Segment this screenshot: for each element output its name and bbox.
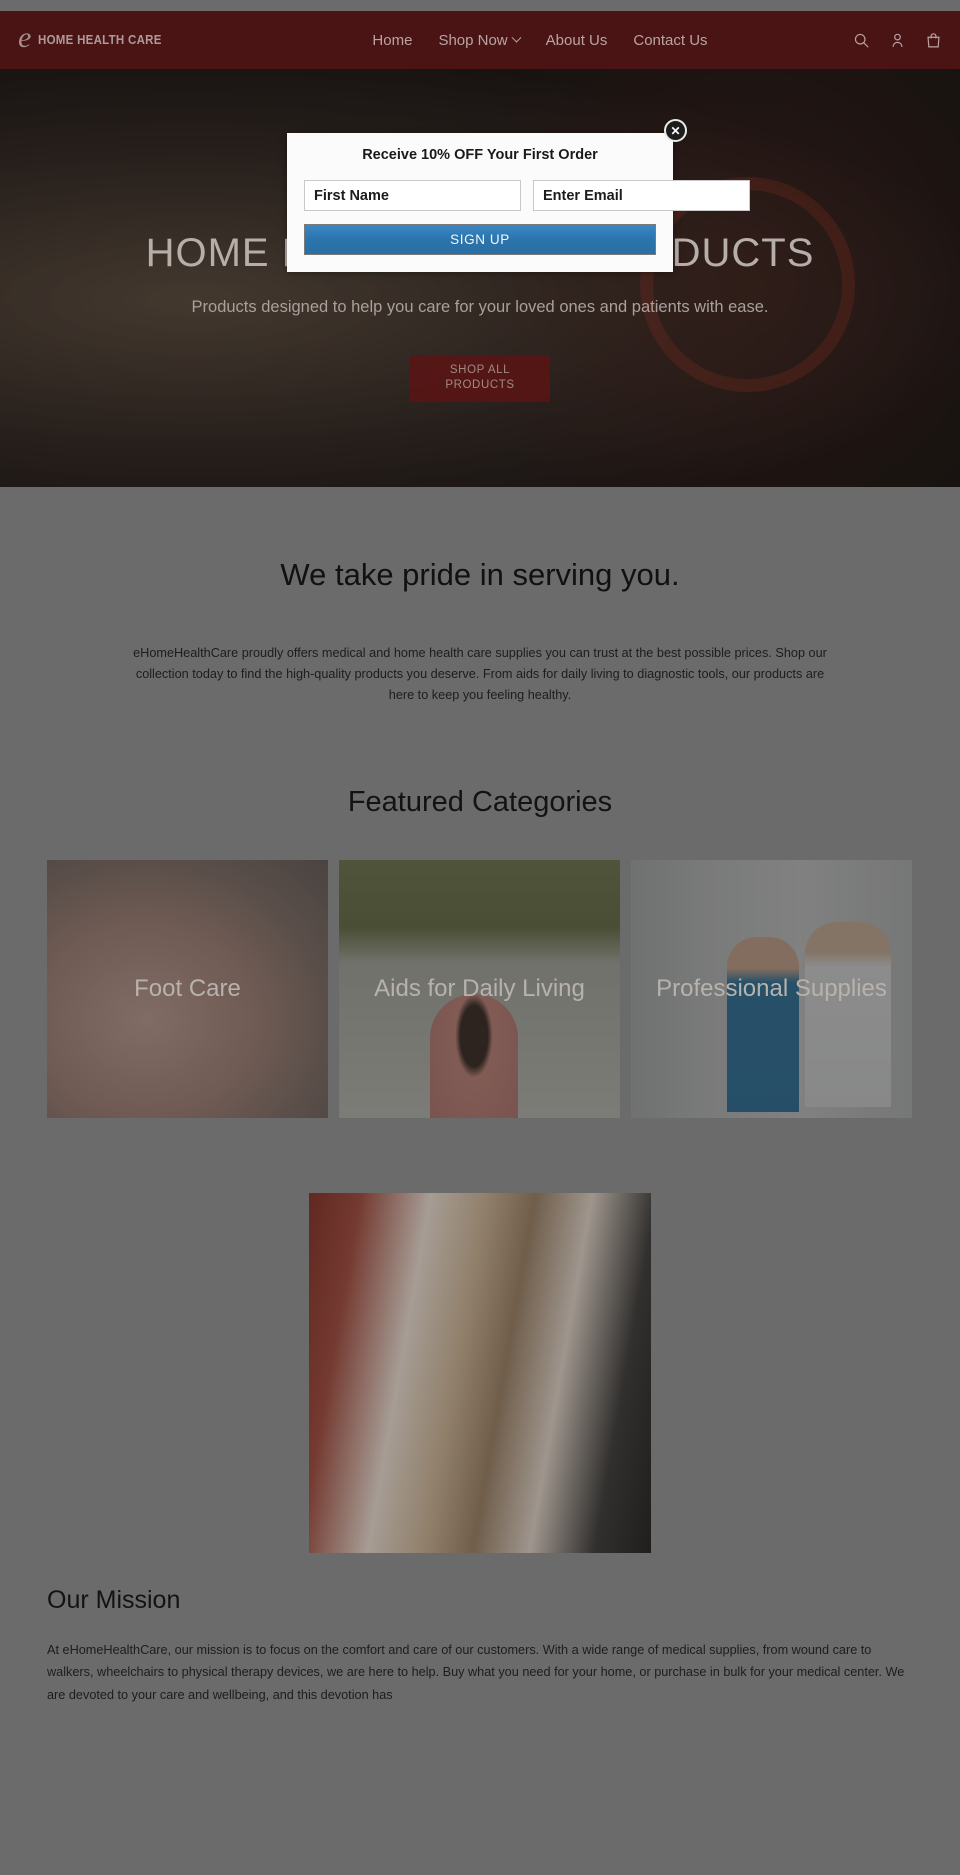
account-icon[interactable] <box>889 32 906 49</box>
nav-label-home: Home <box>372 31 413 49</box>
signup-button[interactable]: SIGN UP <box>304 224 656 255</box>
category-label: Professional Supplies <box>656 974 887 1002</box>
nav-item-contact-us[interactable]: Contact Us <box>633 32 707 49</box>
shop-all-products-button[interactable]: SHOP ALL PRODUCTS <box>410 354 550 402</box>
mission-image-container <box>309 1192 651 1553</box>
nav-item-home[interactable]: Home <box>372 32 412 49</box>
nav-item-about-us[interactable]: About Us <box>546 32 608 49</box>
category-label: Foot Care <box>134 974 241 1002</box>
mission-title: Our Mission <box>47 1585 181 1614</box>
our-mission-section: Our Mission At eHomeHealthCare, our miss… <box>47 1586 913 1707</box>
logo-e-icon: e <box>18 21 32 54</box>
nav-label-shop-now: Shop Now <box>438 31 508 49</box>
nav-label-about-us: About Us <box>545 31 608 49</box>
cart-icon[interactable] <box>925 32 942 49</box>
pride-body: eHomeHealthCare proudly offers medical a… <box>133 646 827 702</box>
nav-label-contact-us: Contact Us <box>633 31 708 49</box>
popup-title: Receive 10% OFF Your First Order <box>362 147 598 163</box>
category-card-grid: Foot Care Aids for Daily Living Professi… <box>47 859 913 1118</box>
close-icon[interactable]: ✕ <box>664 119 687 142</box>
email-input[interactable] <box>533 180 750 211</box>
mission-image <box>309 1192 651 1553</box>
hero-subtitle: Products designed to help you care for y… <box>191 298 769 316</box>
category-card-professional-supplies[interactable]: Professional Supplies <box>631 859 912 1118</box>
chevron-down-icon <box>511 32 522 43</box>
newsletter-popup: ✕ Receive 10% OFF Your First Order SIGN … <box>287 119 750 272</box>
category-card-aids-for-daily-living[interactable]: Aids for Daily Living <box>339 859 620 1118</box>
first-name-input[interactable] <box>304 180 521 211</box>
search-icon[interactable] <box>853 32 870 49</box>
popup-fields <box>304 180 750 211</box>
pride-title: We take pride in serving you. <box>280 557 680 592</box>
mission-body: At eHomeHealthCare, our mission is to fo… <box>47 1642 905 1703</box>
category-label: Aids for Daily Living <box>374 974 585 1002</box>
nav-item-shop-now[interactable]: Shop Now <box>438 31 522 49</box>
featured-categories-section: Featured Categories Foot Care Aids for D… <box>0 706 960 1118</box>
main-navigation: Home Shop Now About Us Contact Us <box>258 32 822 49</box>
pride-section: We take pride in serving you. eHomeHealt… <box>0 487 960 706</box>
header-icon-group <box>822 32 942 49</box>
browser-top-strip <box>0 0 960 11</box>
logo-wordmark: HOME HEALTH CARE <box>38 33 163 47</box>
site-header: e HOME HEALTH CARE Home Shop Now About U… <box>0 11 960 69</box>
featured-categories-title: Featured Categories <box>347 785 613 818</box>
category-card-foot-care[interactable]: Foot Care <box>47 859 328 1118</box>
site-logo[interactable]: e HOME HEALTH CARE <box>18 21 258 55</box>
hero-banner: HOME HEALTH CARE PRODUCTS Products desig… <box>0 69 960 487</box>
